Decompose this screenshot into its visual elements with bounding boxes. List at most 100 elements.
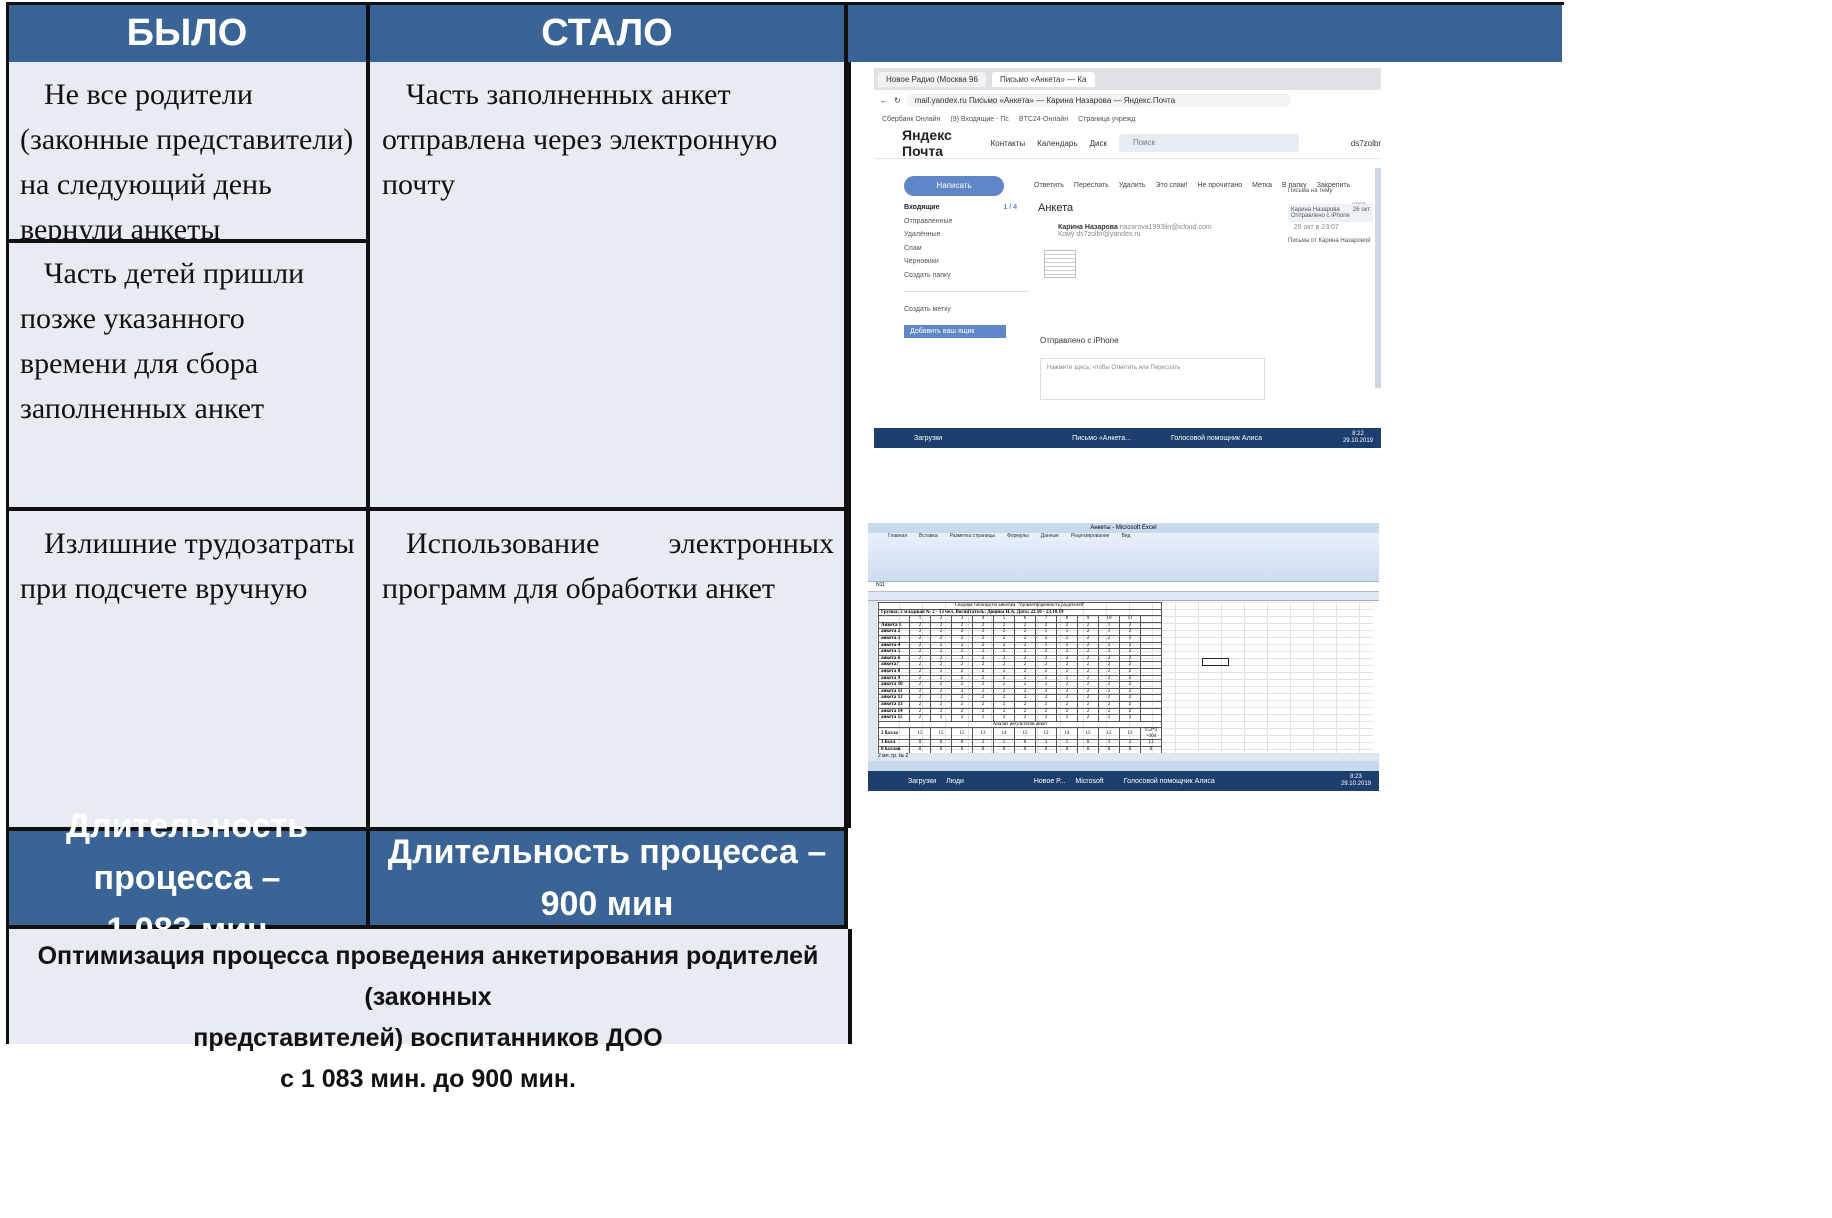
table-cell[interactable]: 2 [1014,661,1036,669]
ribbon-tab[interactable]: Разметка страницы [950,533,995,543]
table-cell[interactable]: 2 [972,641,994,650]
table-cell[interactable]: 2 [1098,714,1120,722]
selected-cell[interactable] [1202,658,1229,666]
table-cell[interactable]: 2 [909,700,931,709]
table-cell[interactable]: 2 [1098,681,1120,689]
taskbar-item[interactable]: Голосовой помощник Алиса [1124,778,1215,785]
table-cell[interactable]: 2 [1098,674,1120,683]
table-cell[interactable]: 2 [930,634,952,643]
row-label[interactable]: анкета 15 [878,714,910,722]
table-cell[interactable]: 15 [1077,727,1099,741]
table-cell[interactable]: 2 [1014,707,1036,716]
table-cell[interactable]: 2 [951,648,973,656]
table-cell[interactable]: 2 [1077,634,1099,643]
table-cell[interactable]: 14 [1056,727,1078,741]
table-cell[interactable]: 2 [1077,694,1099,702]
add-mailbox-button[interactable]: Добавить ваш ящик [904,325,1006,338]
table-cell[interactable]: 2 [909,674,931,683]
table-cell[interactable] [1140,674,1162,683]
table-cell[interactable]: 0 [1014,739,1036,748]
table-cell[interactable] [1140,700,1162,709]
table-cell[interactable]: 2 [1014,667,1036,676]
table-cell[interactable]: 2 [1077,648,1099,656]
reload-icon[interactable]: ↻ [894,96,901,105]
taskbar-item[interactable]: Люди [946,778,964,785]
bookmark[interactable]: Сбербанк Онлайн [882,116,940,123]
table-cell[interactable]: 2 [1056,687,1078,696]
row-label[interactable]: анкета 12 [878,694,910,702]
table-cell[interactable] [1140,641,1162,650]
row-label[interactable]: анкета 9 [878,674,910,683]
table-cell[interactable]: 2 [951,707,973,716]
table-cell[interactable] [1140,628,1162,636]
table-cell[interactable]: 2 [972,700,994,709]
table-cell[interactable]: 2 [1119,694,1141,702]
table-cell[interactable]: 2 [1014,694,1036,702]
table-cell[interactable]: 2 [1014,628,1036,636]
table-cell[interactable]: 152*2 =304 [1140,727,1162,741]
table-cell[interactable]: 2 [1056,681,1078,689]
table-cell[interactable]: 13 [1140,739,1162,748]
row-label[interactable]: Сводная таблица по анкетам "Удовлетворен… [878,602,1162,610]
table-cell[interactable] [1140,667,1162,676]
table-cell[interactable]: 2 [930,681,952,689]
table-cell[interactable]: 2 [1056,707,1078,716]
table-cell[interactable]: 2 [1098,641,1120,650]
row-label[interactable]: анкета 8 [878,667,910,676]
folder-deleted[interactable]: Удалённые [904,231,1029,245]
table-cell[interactable]: 2 [1077,654,1099,663]
table-cell[interactable]: 4 [972,615,994,623]
table-cell[interactable]: 9 [1077,615,1099,623]
bookmark[interactable]: BTC24-Онлайн [1019,116,1068,123]
table-cell[interactable]: 2 [909,667,931,676]
table-cell[interactable]: 1 [1098,621,1120,630]
table-cell[interactable]: 2 [1035,661,1057,669]
table-cell[interactable]: 2 [1077,681,1099,689]
table-cell[interactable]: 2 [1119,648,1141,656]
taskbar-item[interactable]: Загрузки [914,435,942,442]
table-cell[interactable]: 3 [1098,739,1120,748]
table-cell[interactable]: 2 [951,674,973,683]
row-label[interactable]: анкета 4 [878,641,910,650]
table-cell[interactable]: 2 [1035,621,1057,630]
table-cell[interactable]: 2 [1077,707,1099,716]
table-cell[interactable]: 2 [972,707,994,716]
table-cell[interactable]: 2 [993,648,1015,656]
table-cell[interactable]: 2 [1014,648,1036,656]
attachment-thumbnail[interactable] [1044,250,1076,278]
table-cell[interactable]: 2 [1119,714,1141,722]
table-cell[interactable]: 2 [972,739,994,748]
table-cell[interactable]: 2 [930,628,952,636]
table-cell[interactable]: 2 [909,694,931,702]
bookmark[interactable]: Страница учрежд [1078,116,1135,123]
table-cell[interactable]: 0 [909,739,931,748]
table-cell[interactable]: 2 [951,654,973,663]
table-cell[interactable]: 2 [1014,681,1036,689]
table-cell[interactable]: 2 [972,681,994,689]
table-cell[interactable]: 2 [1035,687,1057,696]
table-cell[interactable]: 2 [1035,700,1057,709]
table-cell[interactable]: 2 [972,628,994,636]
table-cell[interactable]: 2 [909,628,931,636]
nav-link[interactable]: Диск [1090,139,1107,148]
bookmark[interactable]: (9) Входящие - Пс [950,116,1008,123]
scrollbar[interactable] [1375,168,1381,388]
table-cell[interactable] [1140,661,1162,669]
table-cell[interactable]: 2 [930,615,952,623]
table-cell[interactable]: 2 [909,641,931,650]
table-cell[interactable]: 2 [1098,648,1120,656]
table-cell[interactable]: 2 [930,687,952,696]
table-cell[interactable]: 2 [951,694,973,702]
table-cell[interactable]: 2 [1056,667,1078,676]
table-cell[interactable] [1140,634,1162,643]
table-cell[interactable]: 2 [1077,687,1099,696]
table-cell[interactable]: 2 [1014,641,1036,650]
create-folder-link[interactable]: Создать папку [904,272,1029,286]
table-cell[interactable]: 2 [1077,621,1099,630]
table-cell[interactable]: 2 [1119,674,1141,683]
taskbar-item[interactable]: Новое Р... [1034,778,1066,785]
table-cell[interactable]: 2 [1119,700,1141,709]
table-cell[interactable]: 2 [1014,634,1036,643]
table-cell[interactable]: 15 [1014,727,1036,741]
row-label[interactable]: 2 балла [878,727,910,741]
